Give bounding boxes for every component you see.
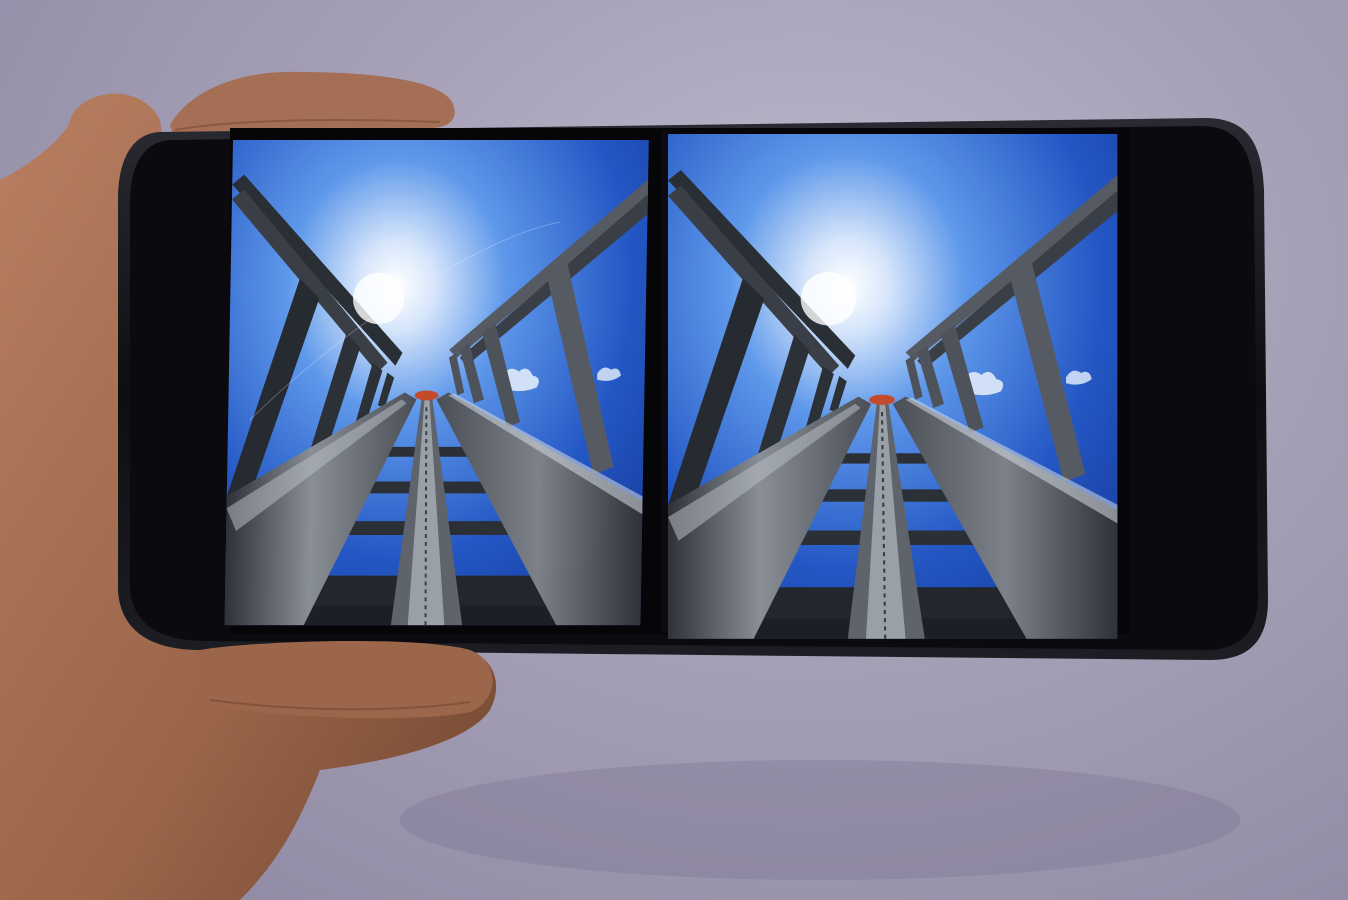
- finger: [200, 640, 493, 719]
- scene-photo: [0, 71, 1268, 900]
- vr-left-eye-view: [223, 139, 650, 627]
- vr-right-eye-view: [666, 132, 1119, 640]
